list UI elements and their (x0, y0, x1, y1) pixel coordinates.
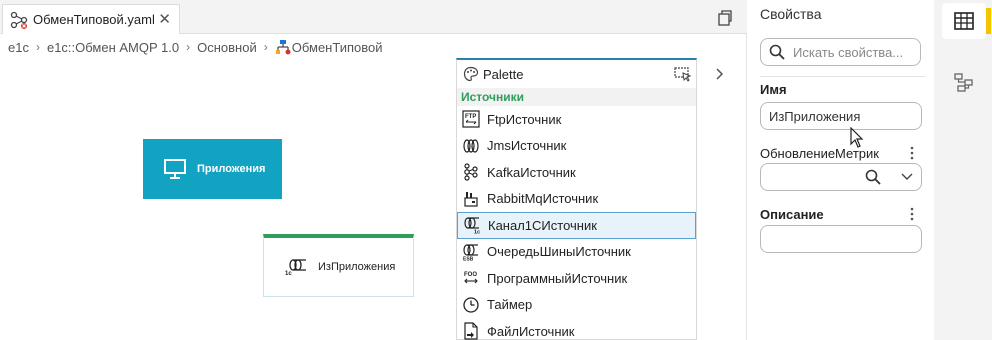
breadcrumb-item[interactable]: e1c::Обмен AMQP 1.0 (47, 40, 179, 55)
property-search-input[interactable]: Искать свойства... (760, 38, 921, 66)
metrics-select[interactable] (760, 163, 922, 191)
palette-item-channel-1c[interactable]: 1c Канал1СИсточник (457, 212, 696, 239)
palette-item-label: JmsИсточник (487, 138, 567, 154)
tab-label: ОбменТиповой.yaml (33, 12, 155, 27)
tab-close-icon[interactable]: ✕ (158, 12, 171, 27)
breadcrumb-item[interactable]: e1c (8, 40, 29, 55)
table-icon (954, 12, 974, 30)
palette-item-label: Таймер (487, 297, 533, 313)
rabbitmq-icon (461, 190, 481, 208)
diagram-node-source[interactable]: 1c ИзПриложения (263, 234, 414, 297)
svg-text:FTP: FTP (465, 114, 476, 120)
divider (760, 76, 926, 77)
palette-panel: Palette Источники FTP FtpИсточник JmsИст… (456, 58, 697, 340)
properties-panel: Свойства Искать свойства... Имя ИзПрилож… (748, 0, 934, 340)
breadcrumb: e1c › e1c::Обмен AMQP 1.0 › Основной › О… (8, 37, 383, 57)
search-icon[interactable] (865, 169, 881, 185)
palette-item-label: RabbitMqИсточник (487, 191, 599, 207)
channel-1c-icon: 1c (284, 258, 312, 277)
palette-item-timer[interactable]: Таймер (457, 292, 696, 319)
flow-file-icon (9, 11, 31, 29)
palette-item-label: ФайлИсточник (487, 323, 575, 339)
palette-item-kafka[interactable]: KafkaИсточник (457, 159, 696, 186)
chevron-right-icon[interactable] (712, 66, 726, 82)
select-tool-icon[interactable] (674, 66, 692, 82)
diagram-node-app[interactable]: Приложения (143, 139, 282, 199)
tab-obmen-tipovoy[interactable]: ОбменТиповой.yaml ✕ (2, 4, 180, 34)
svg-text:FOO: FOO (464, 272, 477, 278)
esb-queue-icon: ESB (461, 243, 481, 261)
palette-item-label: FtpИсточник (487, 111, 562, 127)
description-field[interactable] (760, 225, 922, 253)
jms-icon (461, 137, 481, 155)
ftp-icon: FTP (461, 110, 481, 128)
palette-item-label: KafkaИсточник (487, 164, 576, 180)
search-icon (769, 44, 785, 60)
breadcrumb-item[interactable]: Основной (197, 40, 257, 55)
more-vertical-icon[interactable] (908, 207, 916, 221)
name-field[interactable]: ИзПриложения (760, 102, 922, 130)
active-indicator (986, 8, 991, 34)
palette-title: Palette (483, 66, 524, 82)
chevron-right-icon: › (35, 40, 40, 54)
properties-view-button[interactable] (942, 3, 986, 39)
properties-title: Свойства (760, 6, 822, 22)
more-vertical-icon[interactable] (908, 146, 916, 160)
palette-item-rabbitmq[interactable]: RabbitMqИсточник (457, 186, 696, 213)
palette-item-label: ПрограммныйИсточник (487, 270, 628, 286)
name-field-value: ИзПриложения (769, 108, 861, 124)
svg-text:ESB: ESB (463, 256, 474, 261)
hierarchy-icon (953, 72, 975, 92)
channel-1c-icon: 1c (462, 216, 482, 234)
monitor-icon (163, 158, 187, 180)
copy-editor-icon[interactable] (715, 9, 733, 27)
svg-text:1c: 1c (474, 230, 480, 235)
right-toolbar (934, 0, 992, 340)
palette-item-file-source[interactable]: ФайлИсточник (457, 318, 696, 340)
description-label: Описание (760, 207, 824, 222)
timer-icon (461, 296, 481, 314)
structure-view-button[interactable] (942, 64, 986, 100)
svg-text:1c: 1c (285, 271, 292, 276)
palette-item-label: ОчередьШиныИсточник (487, 244, 631, 260)
search-placeholder: Искать свойства... (793, 44, 904, 60)
palette-header: Palette (457, 60, 696, 88)
breadcrumb-item-current[interactable]: ОбменТиповой (292, 40, 383, 55)
kafka-icon (461, 163, 481, 181)
editor-tabbar: ОбменТиповой.yaml ✕ (0, 0, 747, 34)
name-label: Имя (760, 82, 787, 97)
palette-icon (463, 66, 479, 82)
flow-node-icon (275, 39, 291, 55)
palette-section-sources[interactable]: Источники (457, 88, 696, 106)
field-tools (865, 169, 913, 185)
program-source-icon: FOO (461, 269, 481, 287)
node-label: Приложения (197, 163, 266, 175)
node-label: ИзПриложения (318, 261, 396, 273)
chevron-right-icon: › (186, 40, 191, 54)
diagram-editor: ОбменТиповой.yaml ✕ e1c › e1c::Обмен AMQ… (0, 0, 747, 340)
palette-item-ftp[interactable]: FTP FtpИсточник (457, 106, 696, 133)
palette-item-program-source[interactable]: FOO ПрограммныйИсточник (457, 265, 696, 292)
chevron-right-icon: › (263, 40, 268, 54)
mouse-cursor-icon (850, 126, 864, 149)
palette-item-jms[interactable]: JmsИсточник (457, 133, 696, 160)
palette-item-label: Канал1СИсточник (488, 217, 597, 233)
palette-item-esb-queue[interactable]: ESB ОчередьШиныИсточник (457, 239, 696, 266)
chevron-down-icon[interactable] (901, 173, 913, 181)
file-source-icon (461, 322, 481, 340)
